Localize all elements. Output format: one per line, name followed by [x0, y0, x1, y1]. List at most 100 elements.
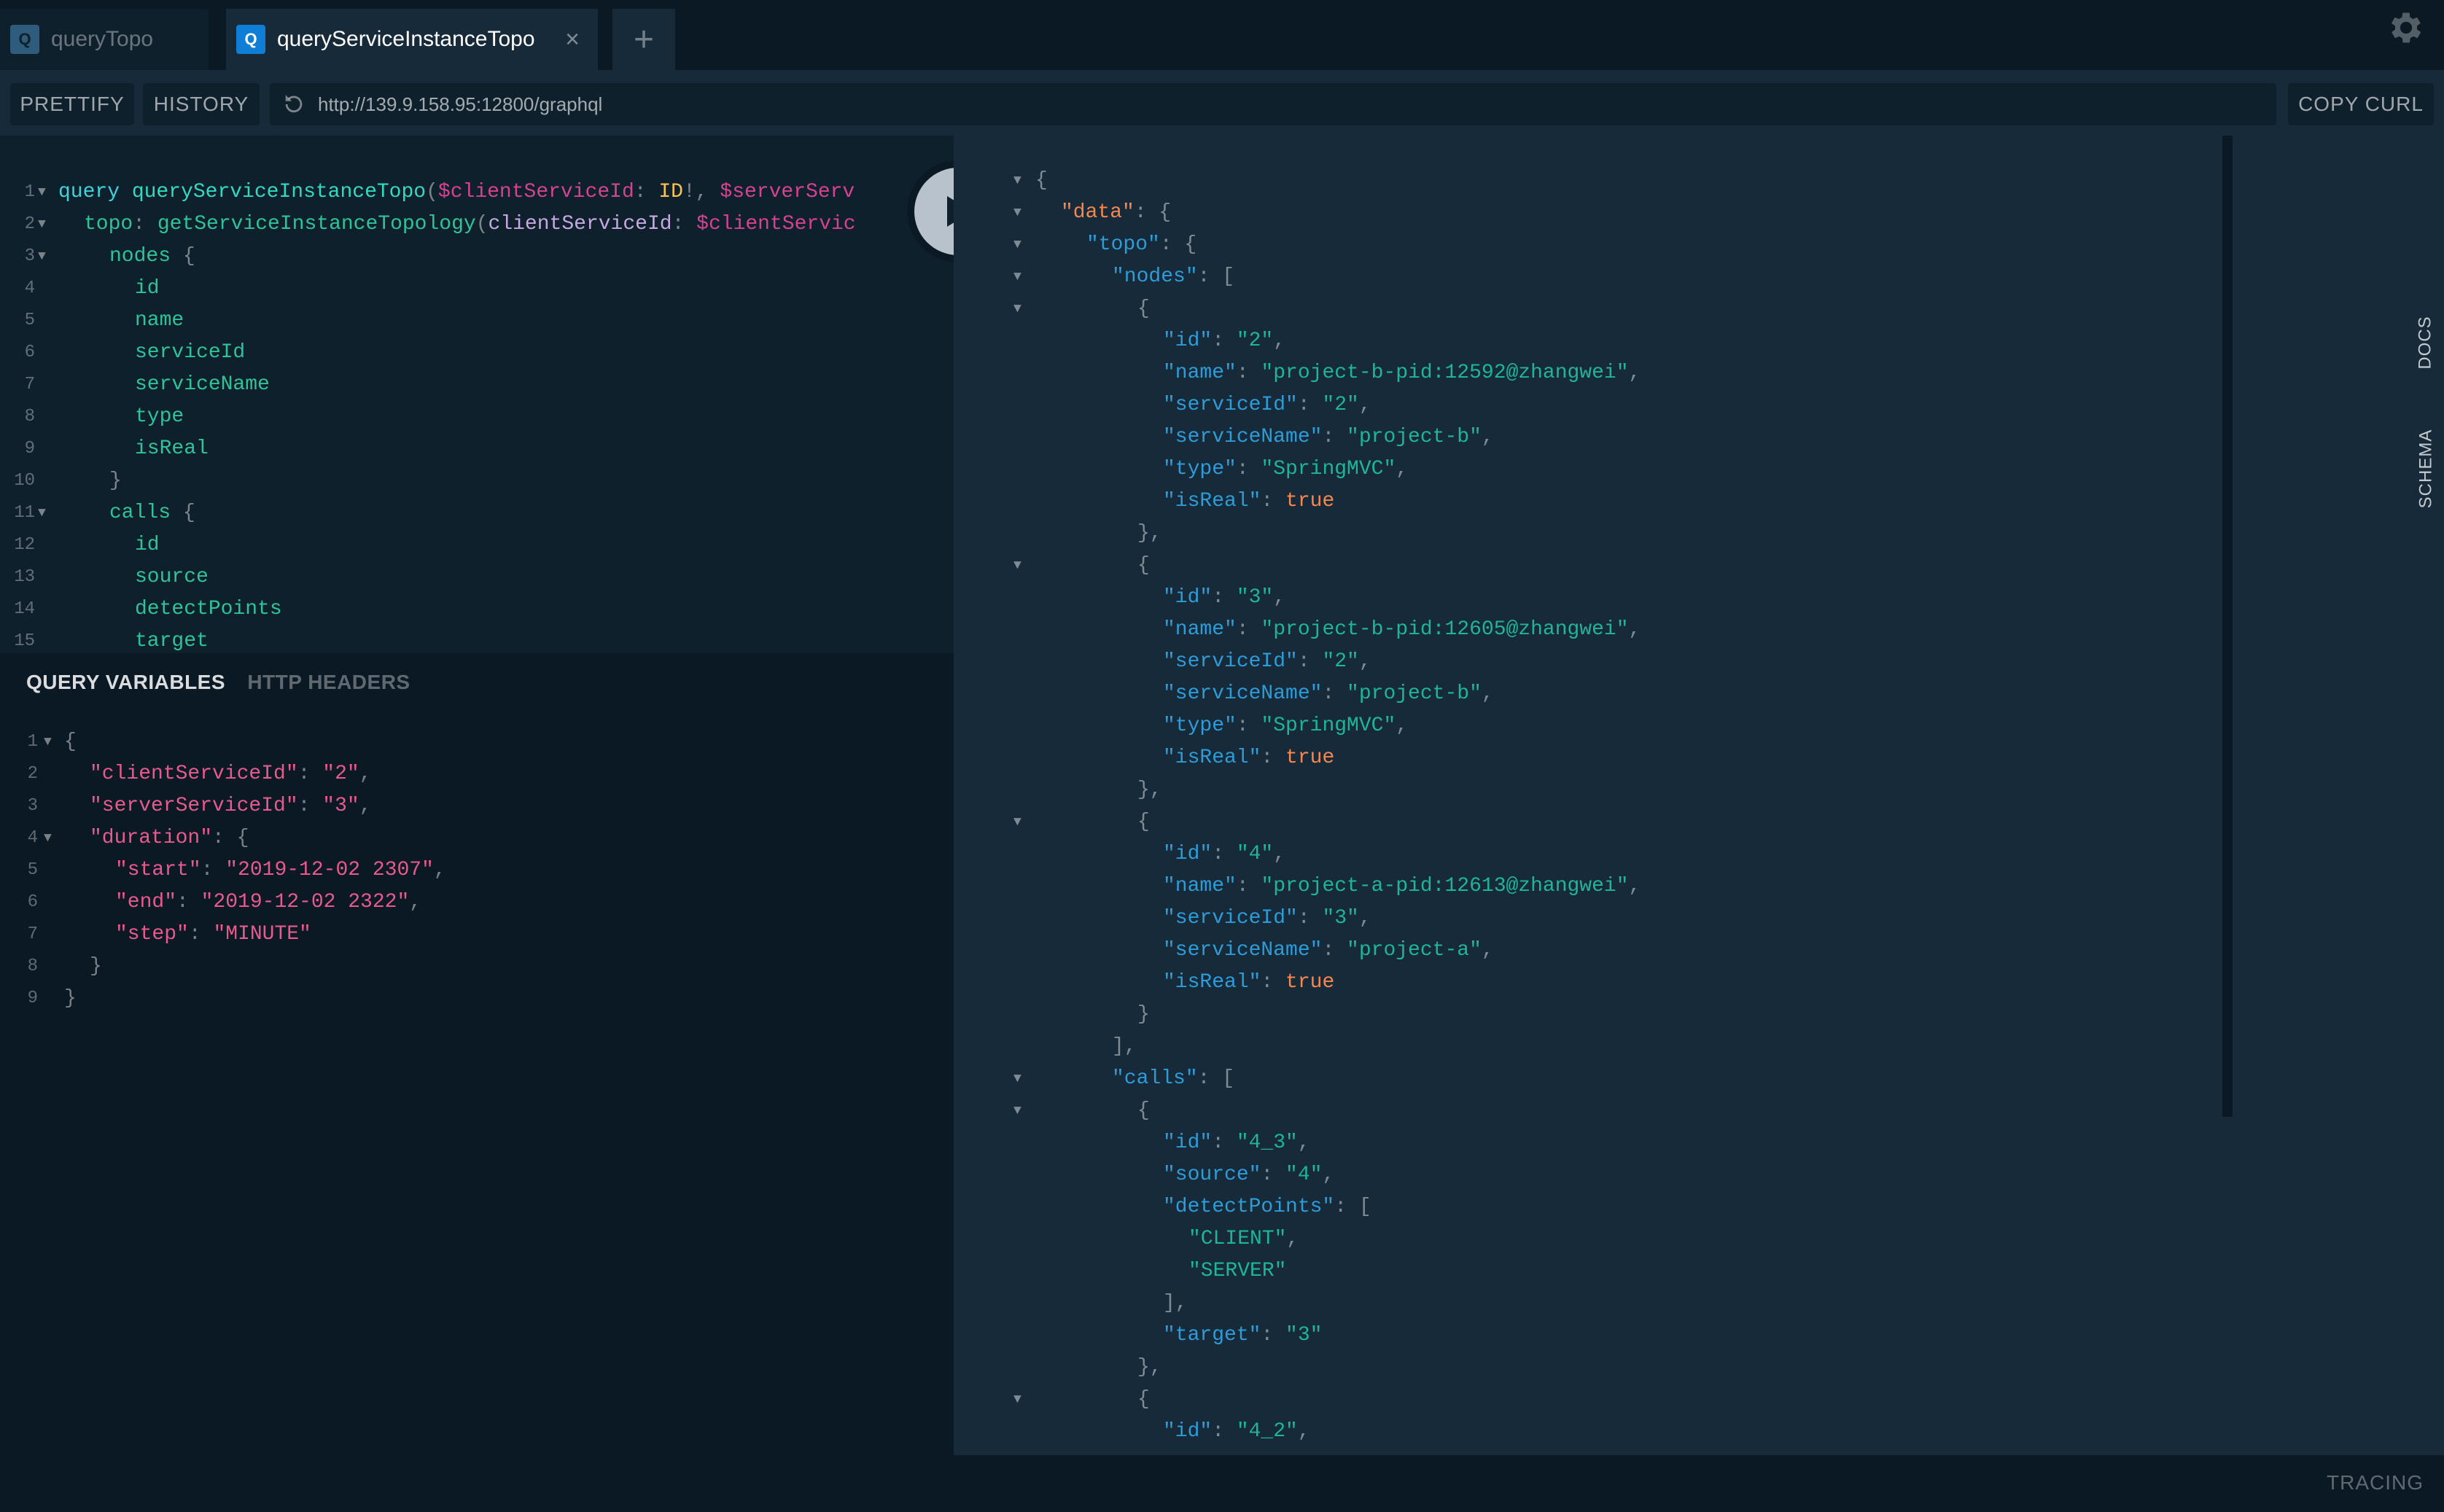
code-token: }	[64, 987, 77, 1010]
code-token: nodes	[109, 245, 183, 268]
code-text: "calls": [	[1112, 1063, 1234, 1095]
result-line: "serviceName": "project-b",	[954, 421, 1902, 453]
fold-arrow-icon[interactable]: ▼	[38, 209, 46, 241]
code-text: {	[64, 726, 77, 758]
tab-querytopo[interactable]: Q queryTopo	[0, 9, 209, 70]
code-token: "id"	[1163, 1420, 1213, 1443]
result-line: "SERVER"	[954, 1255, 1902, 1287]
fold-arrow-icon[interactable]: ▼	[44, 726, 52, 758]
fold-arrow-icon[interactable]: ▼	[1013, 806, 1021, 838]
variables-line: 9}	[0, 983, 948, 1015]
fold-arrow-icon[interactable]: ▼	[1013, 550, 1021, 582]
code-token: }	[1137, 1003, 1150, 1026]
line-number: 2	[27, 764, 38, 784]
gear-icon[interactable]	[2386, 7, 2427, 48]
result-line: ▼{	[954, 165, 1902, 197]
code-token: {	[1137, 1388, 1150, 1411]
code-token: :	[1236, 714, 1261, 737]
code-token: ],	[1163, 1292, 1188, 1314]
code-token: :	[1212, 1420, 1237, 1443]
add-tab-button[interactable]: +	[612, 9, 675, 70]
toolbar: PRETTIFY HISTORY COPY CURL	[0, 70, 2444, 136]
result-line: ▼{	[954, 550, 1902, 582]
fold-arrow-icon[interactable]: ▼	[1013, 229, 1021, 261]
code-token: true	[1285, 971, 1335, 994]
code-text: "serviceName": "project-a",	[1163, 935, 1494, 967]
query-line: 13 source	[0, 561, 948, 593]
code-text: {	[1137, 1095, 1150, 1127]
query-line: 14 detectPoints	[0, 593, 948, 626]
fold-arrow-icon[interactable]: ▼	[38, 176, 46, 209]
tab-queryserviceinstancetopo[interactable]: Q queryServiceInstanceTopo ×	[226, 9, 598, 70]
line-number: 4	[27, 828, 38, 848]
fold-arrow-icon[interactable]: ▼	[1013, 1384, 1021, 1416]
code-token: "data"	[1061, 201, 1135, 224]
result-line: ▼ "nodes": [	[954, 261, 1902, 293]
query-line: 10}	[0, 465, 948, 497]
code-text: isReal	[135, 433, 209, 465]
code-token: : [	[1197, 265, 1235, 288]
reload-icon[interactable]	[281, 92, 306, 117]
code-text: },	[1137, 774, 1162, 806]
result-line: ],	[954, 1031, 1902, 1063]
query-editor[interactable]: 1 ▼ query queryServiceInstanceTopo($client…	[0, 136, 954, 653]
fold-arrow-icon[interactable]: ▼	[1013, 165, 1021, 197]
code-token: type	[135, 405, 184, 428]
code-text: {	[1137, 806, 1150, 838]
schema-tab[interactable]: SCHEMA	[2408, 410, 2444, 528]
fold-arrow-icon[interactable]: ▼	[1013, 261, 1021, 293]
code-token: "SpringMVC"	[1261, 458, 1396, 480]
code-token: getServiceInstanceTopology	[157, 213, 476, 235]
endpoint-url-input[interactable]	[316, 92, 2215, 117]
fold-arrow-icon[interactable]: ▼	[38, 241, 46, 273]
docs-tab[interactable]: DOCS	[2408, 297, 2444, 388]
code-token: topo	[84, 213, 133, 235]
line-number: 5	[27, 860, 38, 880]
code-token: "end"	[115, 891, 177, 913]
history-button[interactable]: HISTORY	[143, 83, 260, 125]
close-icon[interactable]: ×	[561, 26, 583, 52]
endpoint-url-bar	[270, 83, 2276, 125]
tab-bar: Q queryTopo Q queryServiceInstanceTopo ×…	[0, 0, 2444, 70]
code-token: ,	[1297, 1131, 1310, 1154]
tracing-toggle[interactable]: TRACING	[2327, 1471, 2424, 1495]
code-token: :	[1236, 875, 1261, 897]
code-token: ,	[1481, 682, 1494, 705]
result-line: ▼ "calls": [	[954, 1063, 1902, 1095]
result-line: "target": "3"	[954, 1320, 1902, 1352]
line-number: 2	[24, 214, 35, 234]
fold-arrow-icon[interactable]: ▼	[44, 822, 52, 854]
code-token: ,	[1481, 939, 1494, 962]
variables-editor[interactable]: 1 ▼ {2 "clientServiceId": "2", 3 "serverServi…	[0, 726, 954, 1455]
code-token: ,	[1358, 650, 1371, 673]
result-line: "id": "2",	[954, 325, 1902, 357]
result-line: ▼ "topo": {	[954, 229, 1902, 261]
code-token: "calls"	[1112, 1067, 1198, 1090]
code-token: :	[297, 763, 323, 785]
result-line: }	[954, 999, 1902, 1031]
code-token: (	[475, 213, 489, 235]
fold-arrow-icon[interactable]: ▼	[1013, 1063, 1021, 1095]
fold-arrow-icon[interactable]: ▼	[1013, 197, 1021, 229]
fold-arrow-icon[interactable]: ▼	[1013, 1095, 1021, 1127]
code-text: "step": "MINUTE"	[115, 919, 311, 951]
code-text: }	[90, 951, 102, 983]
fold-arrow-icon[interactable]: ▼	[38, 497, 46, 529]
code-token: "2019-12-02 2307"	[225, 859, 434, 881]
code-token: {	[1137, 297, 1150, 320]
tab-query-variables[interactable]: QUERY VARIABLES	[26, 671, 225, 693]
code-token: "target"	[1163, 1324, 1261, 1347]
tab-label: queryTopo	[51, 27, 154, 51]
code-text: query queryServiceInstanceTopo($clientSe…	[58, 176, 855, 209]
code-token: :	[133, 213, 157, 235]
code-text: "id": "3",	[1163, 582, 1285, 614]
code-token: "topo"	[1086, 233, 1160, 256]
code-token: "id"	[1163, 586, 1213, 609]
result-scrollbar[interactable]	[2222, 136, 2233, 1117]
fold-arrow-icon[interactable]: ▼	[1013, 293, 1021, 325]
copy-curl-button[interactable]: COPY CURL	[2288, 83, 2434, 125]
code-text: "SERVER"	[1188, 1255, 1286, 1287]
prettify-button[interactable]: PRETTIFY	[10, 83, 134, 125]
tab-http-headers[interactable]: HTTP HEADERS	[247, 671, 410, 693]
result-line: ▼{	[954, 1095, 1902, 1127]
